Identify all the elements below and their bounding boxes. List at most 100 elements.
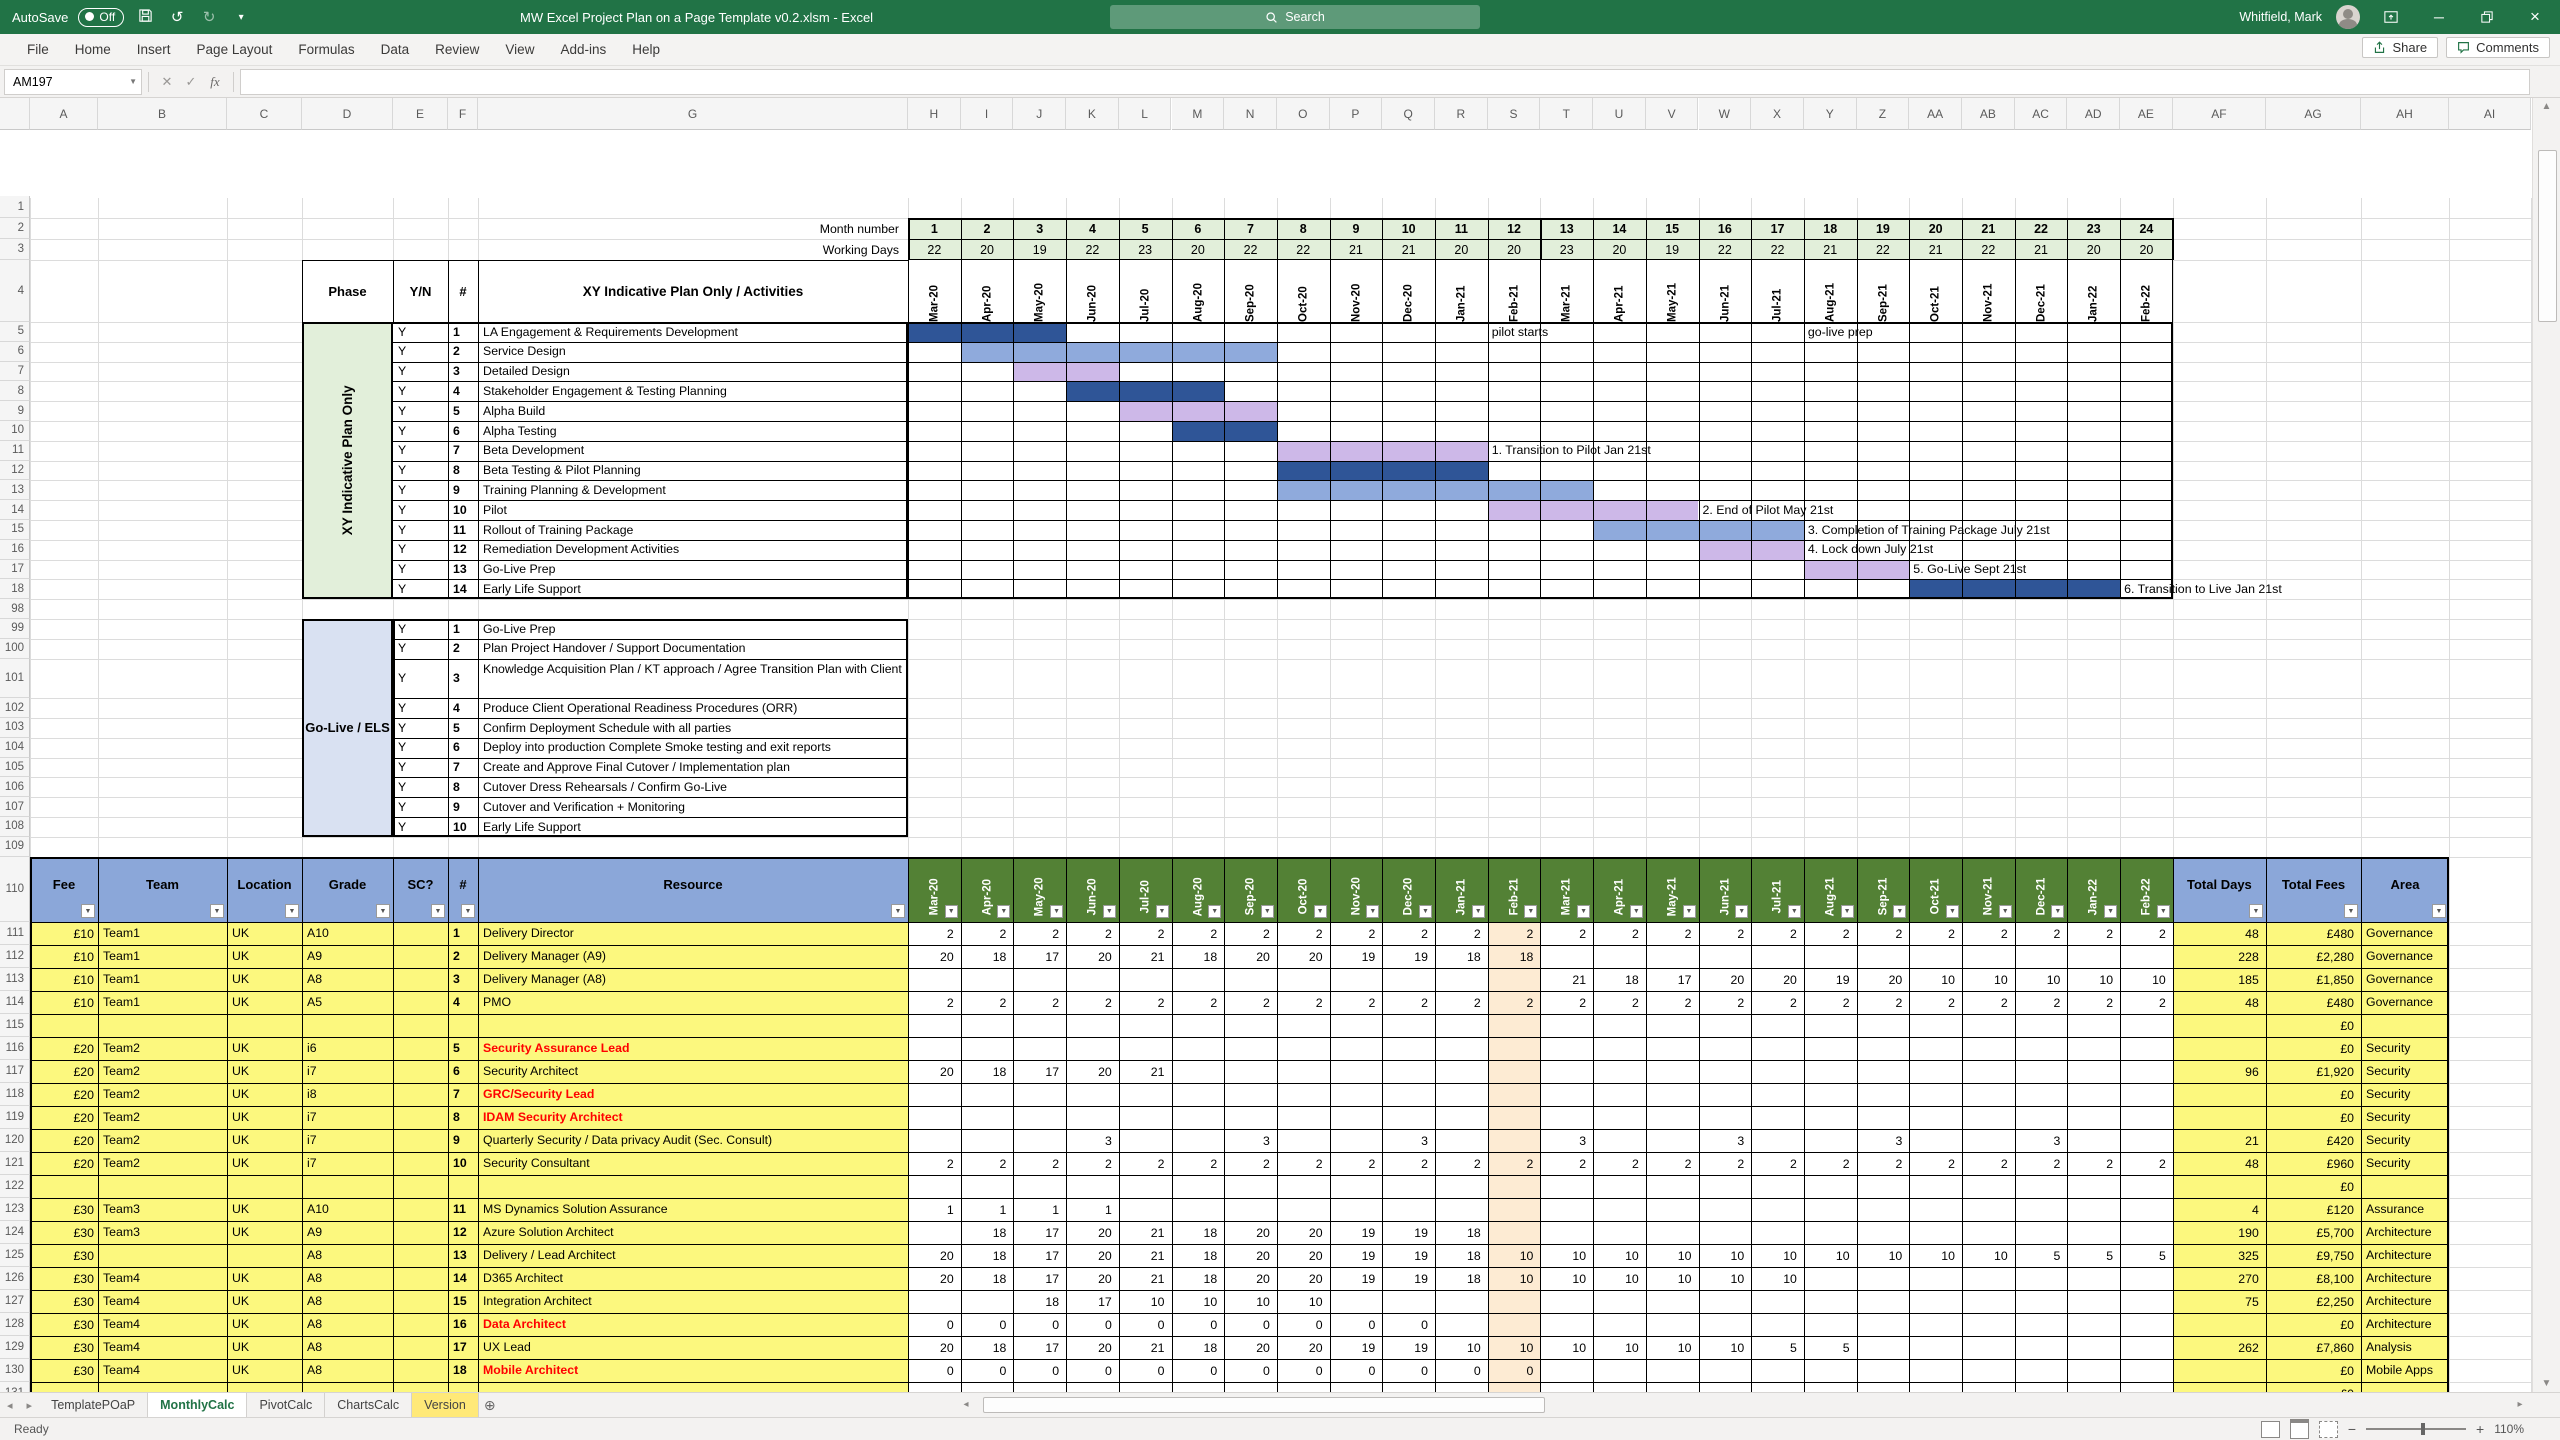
cell-location[interactable]: UK <box>227 1106 302 1129</box>
filter-button-month-Sep-20[interactable]: ▼ <box>1261 905 1274 918</box>
cell-total-fees[interactable]: £960 <box>2266 1152 2358 1175</box>
cell-fee[interactable]: £20 <box>30 1106 98 1129</box>
cell-month-value[interactable]: 10 <box>1540 1267 1590 1290</box>
column-header-AD[interactable]: AD <box>2067 98 2120 130</box>
gantt-bar-activity-1[interactable] <box>908 322 1066 342</box>
cell-month-value[interactable]: 2 <box>1699 922 1749 945</box>
cell-fee[interactable]: £30 <box>30 1244 98 1267</box>
row-header-111[interactable]: 111 <box>0 922 30 945</box>
zoom-out-icon[interactable]: − <box>2348 1421 2356 1437</box>
cell-month-value[interactable]: 3 <box>2015 1129 2065 1152</box>
cell-area[interactable]: Security <box>2361 1037 2449 1060</box>
cell-month-value[interactable]: 1 <box>1066 1198 1116 1221</box>
cell-num[interactable]: 9 <box>448 1129 478 1152</box>
working-days-4[interactable]: 22 <box>1066 239 1119 260</box>
cell-total-days[interactable] <box>2173 1106 2263 1129</box>
menu-item-data[interactable]: Data <box>368 34 423 66</box>
cell-month-value[interactable]: 2 <box>1013 991 1063 1014</box>
cell-team[interactable]: Team1 <box>98 922 227 945</box>
cell-month-value[interactable]: 5 <box>2015 1244 2065 1267</box>
cell-grade[interactable]: A8 <box>302 1290 393 1313</box>
golive-activity[interactable]: Create and Approve Final Cutover / Imple… <box>478 758 906 778</box>
cell-fee[interactable] <box>30 1175 98 1198</box>
cell-num[interactable]: 3 <box>448 968 478 991</box>
row-header-16[interactable]: 16 <box>0 540 30 560</box>
filter-button-month-May-20[interactable]: ▼ <box>1050 905 1063 918</box>
cell-sc[interactable] <box>393 922 448 945</box>
cell-month-value[interactable]: 10 <box>1593 1267 1643 1290</box>
share-button[interactable]: Share <box>2362 37 2438 58</box>
cell-area[interactable]: Security <box>2361 1106 2449 1129</box>
gantt-num[interactable]: 2 <box>448 342 478 362</box>
filter-button-month-Sep-21[interactable]: ▼ <box>1893 905 1906 918</box>
cell-month-value[interactable]: 10 <box>1488 1267 1538 1290</box>
cell-month-value[interactable]: 2 <box>1540 991 1590 1014</box>
month-number-11[interactable]: 11 <box>1435 218 1488 239</box>
cell-month-value[interactable]: 2 <box>1277 991 1327 1014</box>
golive-num[interactable]: 9 <box>448 797 478 817</box>
cell-month-value[interactable]: 21 <box>1119 1221 1169 1244</box>
gantt-activity[interactable]: Rollout of Training Package <box>478 520 908 540</box>
cell-month-value[interactable]: 0 <box>1013 1359 1063 1382</box>
filter-button-month-Mar-20[interactable]: ▼ <box>945 905 958 918</box>
golive-activity[interactable]: Knowledge Acquisition Plan / KT approach… <box>478 659 906 699</box>
cell-month-value[interactable]: 21 <box>1119 1244 1169 1267</box>
cell-resource[interactable]: IDAM Security Architect <box>478 1106 908 1129</box>
cell-grade[interactable]: A8 <box>302 1267 393 1290</box>
golive-num[interactable]: 8 <box>448 777 478 797</box>
cell-total-fees[interactable]: £9,750 <box>2266 1244 2358 1267</box>
working-days-1[interactable]: 22 <box>908 239 961 260</box>
row-header-10[interactable]: 10 <box>0 421 30 441</box>
cell-resource[interactable]: Mobile Architect <box>478 1359 908 1382</box>
cell-team[interactable]: Team2 <box>98 1060 227 1083</box>
cell-fee[interactable] <box>30 1014 98 1037</box>
working-days-8[interactable]: 22 <box>1277 239 1330 260</box>
cell-total-days[interactable]: 48 <box>2173 922 2263 945</box>
cell-month-value[interactable]: 2 <box>1013 1152 1063 1175</box>
gantt-yn[interactable]: Y <box>393 362 448 382</box>
cell-month-value[interactable]: 20 <box>1751 968 1801 991</box>
cell-month-value[interactable]: 0 <box>908 1313 958 1336</box>
cell-month-value[interactable]: 20 <box>908 1244 958 1267</box>
zoom-in-icon[interactable]: + <box>2476 1421 2484 1437</box>
cell-month-value[interactable]: 0 <box>1330 1313 1380 1336</box>
cell-month-value[interactable]: 2 <box>961 1152 1011 1175</box>
gantt-yn[interactable]: Y <box>393 461 448 481</box>
cell-month-value[interactable]: 10 <box>1593 1336 1643 1359</box>
cell-location[interactable]: UK <box>227 1336 302 1359</box>
golive-num[interactable]: 3 <box>448 659 478 699</box>
cell-location[interactable] <box>227 1244 302 1267</box>
cell-month-value[interactable]: 20 <box>1066 1221 1116 1244</box>
new-sheet-button[interactable]: ⊕ <box>479 1394 501 1416</box>
cell-fee[interactable]: £30 <box>30 1359 98 1382</box>
row-header-113[interactable]: 113 <box>0 968 30 991</box>
gantt-bar-activity-4[interactable] <box>1066 381 1224 401</box>
cell-month-value[interactable]: 10 <box>1646 1267 1696 1290</box>
cell-sc[interactable] <box>393 945 448 968</box>
column-header-B[interactable]: B <box>98 98 227 130</box>
cell-month-value[interactable]: 2 <box>1540 922 1590 945</box>
column-header-T[interactable]: T <box>1540 98 1593 130</box>
month-number-16[interactable]: 16 <box>1699 218 1752 239</box>
cell-total-fees[interactable]: £2,250 <box>2266 1290 2358 1313</box>
cell-fee[interactable]: £30 <box>30 1267 98 1290</box>
cell-location[interactable] <box>227 1382 302 1392</box>
cell-resource[interactable]: D365 Architect <box>478 1267 908 1290</box>
cell-month-value[interactable]: 10 <box>1699 1336 1749 1359</box>
cell-total-fees[interactable]: £0 <box>2266 1313 2358 1336</box>
cell-month-value[interactable]: 2 <box>1277 1152 1327 1175</box>
gantt-yn[interactable]: Y <box>393 500 448 520</box>
gantt-num[interactable]: 5 <box>448 401 478 421</box>
search-box[interactable]: Search <box>1110 5 1480 29</box>
cell-total-fees[interactable]: £0 <box>2266 1014 2358 1037</box>
cell-month-value[interactable]: 0 <box>1119 1359 1169 1382</box>
filter-button-month-Jun-20[interactable]: ▼ <box>1103 905 1116 918</box>
filter-button-month-Feb-21[interactable]: ▼ <box>1524 905 1537 918</box>
cell-fee[interactable]: £30 <box>30 1221 98 1244</box>
cell-month-value[interactable]: 10 <box>1277 1290 1327 1313</box>
row-header-122[interactable]: 122 <box>0 1175 30 1198</box>
cell-fee[interactable]: £30 <box>30 1313 98 1336</box>
cell-total-fees[interactable]: £1,850 <box>2266 968 2358 991</box>
cell-team[interactable] <box>98 1382 227 1392</box>
cell-resource[interactable]: Delivery Manager (A8) <box>478 968 908 991</box>
